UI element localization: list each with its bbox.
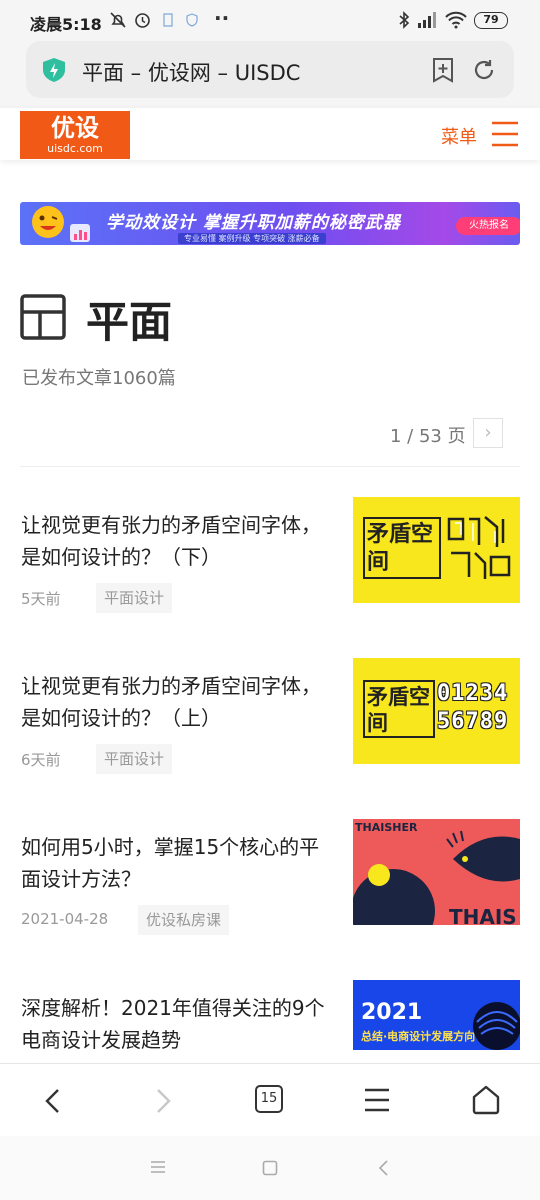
pager-text: 1 / 53 页: [390, 426, 466, 447]
page-title: 平面 – 优设网 – UISDC: [82, 61, 301, 85]
signal-icon: [418, 12, 436, 28]
home-square-icon[interactable]: [262, 1160, 278, 1176]
system-nav-bar: [0, 1136, 540, 1200]
refresh-icon[interactable]: [472, 58, 496, 82]
site-logo[interactable]: 优设 uisdc.com: [20, 111, 130, 159]
article-title[interactable]: 深度解析！2021年值得关注的9个电商设计发展趋势: [21, 992, 331, 1056]
menu-label[interactable]: 菜单: [441, 123, 477, 149]
article-thumbnail[interactable]: 矛盾空间: [353, 497, 520, 603]
article-item[interactable]: 如何用5小时，掌握15个核心的平面设计方法？ 2021-04-28 优设私房课 …: [0, 819, 540, 951]
article-thumbnail[interactable]: THAISHER THAIS: [353, 819, 520, 925]
thumb-text-2: 总结·电商设计发展方向: [361, 1030, 476, 1043]
wifi-icon: [445, 11, 467, 29]
bell-off-icon: [110, 12, 126, 28]
divider: [20, 466, 520, 467]
bookmark-add-icon[interactable]: [431, 57, 455, 83]
shield-icon: [186, 13, 198, 27]
battery-icon: 79: [474, 12, 508, 29]
article-item[interactable]: 让视觉更有张力的矛盾空间字体，是如何设计的？（下） 5天前 平面设计 矛盾空间: [0, 497, 540, 629]
banner-tags: 专业易懂 案例升级 专项突破 涨薪必备: [178, 233, 326, 244]
menu-button[interactable]: [327, 1064, 427, 1137]
back-button[interactable]: [3, 1064, 103, 1137]
secure-shield-icon: [43, 58, 65, 82]
battery-level: 79: [483, 13, 499, 26]
thumb-maze-pattern: [447, 516, 511, 579]
home-button[interactable]: [436, 1064, 536, 1137]
browser-toolbar: 15: [0, 1063, 540, 1136]
article-title[interactable]: 如何用5小时，掌握15个核心的平面设计方法？: [21, 831, 331, 895]
article-tag[interactable]: 平面设计: [96, 744, 173, 774]
article-count: 已发布文章1060篇: [22, 368, 176, 389]
article-thumbnail[interactable]: 矛盾空间 01234 56789: [353, 658, 520, 764]
more-dots-icon: ··: [214, 6, 230, 30]
thumb-text: 矛盾空间: [367, 685, 430, 735]
tabs-button[interactable]: 15: [219, 1064, 319, 1137]
tab-count: 15: [260, 1091, 278, 1106]
article-time: 5天前: [21, 590, 61, 608]
article-time: 6天前: [21, 751, 61, 769]
article-time: 2021-04-28: [21, 910, 109, 928]
back-arrow-icon: [45, 1089, 59, 1113]
forward-button[interactable]: [113, 1064, 213, 1137]
thumb-swirl-pattern: [473, 1002, 520, 1050]
recent-apps-icon[interactable]: [150, 1160, 166, 1174]
thumb-text: 矛盾空间: [367, 522, 434, 575]
emoji-mascot-icon: [32, 206, 90, 242]
notification-icon: [163, 13, 173, 27]
category-title: 平面: [86, 298, 172, 348]
status-bar: 凌晨5:18 ·· 79: [0, 0, 540, 40]
article-tag[interactable]: 优设私房课: [138, 905, 230, 935]
menu-lines-icon: [365, 1088, 389, 1112]
next-page-button[interactable]: ›: [473, 418, 503, 448]
hamburger-menu-icon[interactable]: [490, 120, 520, 148]
logo-en: uisdc.com: [47, 142, 103, 155]
site-header: 优设 uisdc.com 菜单: [0, 108, 540, 160]
layout-grid-icon: [20, 294, 66, 340]
thumb-text: 2021: [361, 1000, 423, 1025]
bluetooth-icon: [399, 11, 410, 29]
logo-cn: 优设: [51, 114, 99, 142]
banner-headline: 学动效设计 掌握升职加薪的秘密武器: [106, 213, 401, 233]
address-bar[interactable]: 平面 – 优设网 – UISDC: [26, 41, 514, 98]
thumb-digits: 01234 56789: [437, 681, 509, 734]
banner-cta-button[interactable]: 火热报名: [456, 217, 520, 235]
article-title[interactable]: 让视觉更有张力的矛盾空间字体，是如何设计的？（上）: [21, 670, 331, 734]
article-tag[interactable]: 平面设计: [96, 583, 173, 613]
chevron-right-icon: ›: [484, 422, 492, 443]
promo-banner[interactable]: 学动效设计 掌握升职加薪的秘密武器 专业易懂 案例升级 专项突破 涨薪必备 火热…: [20, 202, 520, 245]
thumb-text-2: THAIS: [449, 905, 517, 925]
article-item[interactable]: 让视觉更有张力的矛盾空间字体，是如何设计的？（上） 6天前 平面设计 矛盾空间 …: [0, 658, 540, 790]
article-thumbnail[interactable]: 2021 总结·电商设计发展方向: [353, 980, 520, 1050]
home-icon: [472, 1085, 500, 1115]
article-title[interactable]: 让视觉更有张力的矛盾空间字体，是如何设计的？（下）: [21, 509, 331, 573]
alarm-icon: [135, 13, 150, 28]
forward-arrow-icon: [157, 1089, 171, 1113]
system-back-icon[interactable]: [378, 1160, 390, 1176]
tab-count-badge: 15: [255, 1085, 283, 1113]
status-time: 凌晨5:18: [30, 15, 102, 34]
